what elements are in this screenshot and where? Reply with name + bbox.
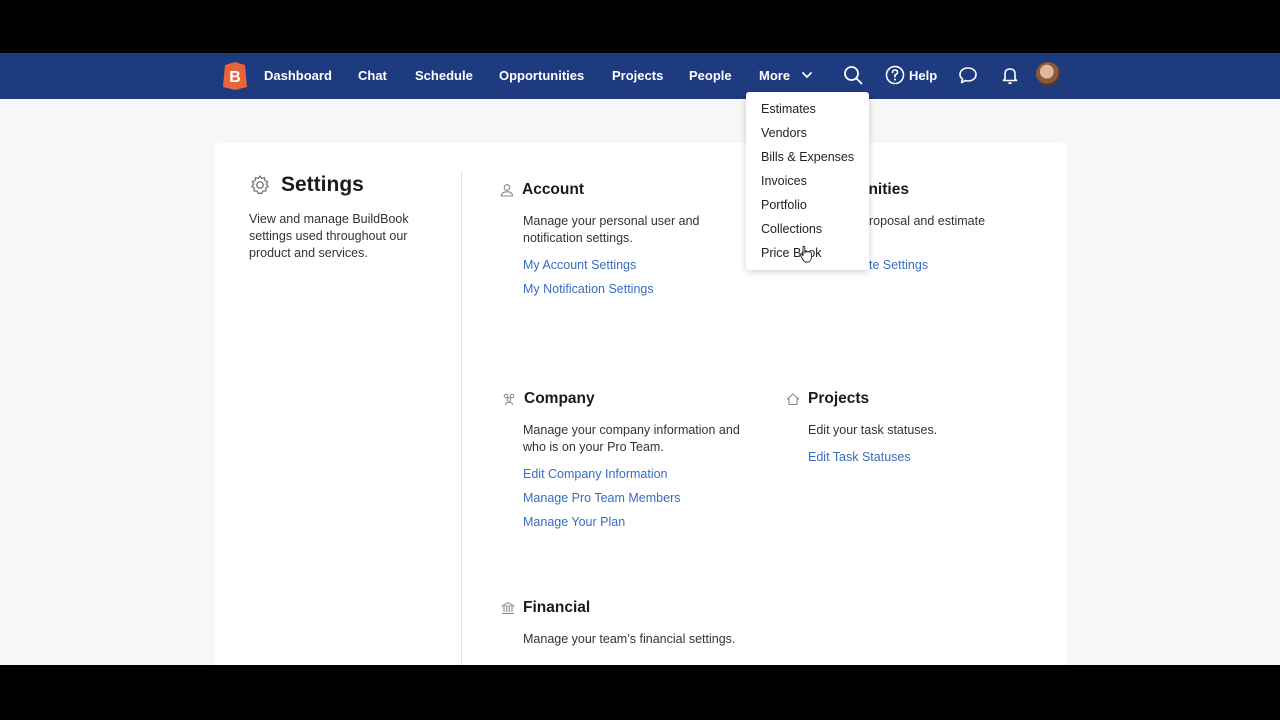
search-icon[interactable] — [842, 64, 864, 86]
svg-text:B: B — [229, 69, 241, 86]
nav-schedule[interactable]: Schedule — [415, 68, 473, 83]
my-account-settings-link[interactable]: My Account Settings — [523, 258, 636, 272]
nav-more[interactable]: More — [759, 68, 813, 83]
company-header: Company — [502, 390, 595, 408]
account-title: Account — [522, 181, 584, 198]
edit-company-information-link[interactable]: Edit Company Information — [523, 467, 668, 481]
user-icon — [500, 184, 514, 197]
menu-item-invoices[interactable]: Invoices — [761, 174, 807, 188]
top-navbar: B Dashboard Chat Schedule Opportunities … — [0, 53, 1280, 99]
projects-description: Edit your task statuses. — [808, 423, 938, 437]
nav-projects[interactable]: Projects — [612, 68, 663, 83]
house-icon — [786, 393, 800, 406]
team-icon — [503, 393, 515, 406]
nav-help[interactable]: Help — [909, 68, 937, 83]
menu-item-portfolio[interactable]: Portfolio — [761, 198, 807, 212]
company-title: Company — [524, 390, 595, 407]
user-avatar[interactable] — [1036, 62, 1060, 86]
menu-item-bills-expenses[interactable]: Bills & Expenses — [761, 150, 854, 164]
financial-title: Financial — [523, 599, 591, 616]
chat-bubble-icon[interactable] — [957, 64, 979, 86]
chevron-down-icon — [801, 72, 812, 79]
settings-description: View and manage BuildBook settings used … — [249, 212, 409, 260]
nav-more-label: More — [759, 68, 791, 83]
page-title: Settings — [281, 173, 364, 196]
manage-pro-team-members-link[interactable]: Manage Pro Team Members — [523, 491, 680, 505]
letterbox-top — [0, 0, 1280, 53]
menu-item-vendors[interactable]: Vendors — [761, 126, 807, 140]
nav-dashboard[interactable]: Dashboard — [264, 68, 332, 83]
projects-header: Projects — [786, 390, 869, 408]
bell-icon[interactable] — [999, 64, 1021, 86]
help-icon[interactable] — [884, 64, 906, 86]
opportunities-description: roposal and estimate — [869, 214, 986, 228]
menu-item-collections[interactable]: Collections — [761, 222, 822, 236]
edit-task-statuses-link[interactable]: Edit Task Statuses — [808, 450, 911, 464]
letterbox-bottom — [0, 665, 1280, 720]
settings-header: Settings — [249, 173, 364, 197]
projects-title: Projects — [808, 390, 870, 407]
manage-your-plan-link[interactable]: Manage Your Plan — [523, 515, 625, 529]
buildbook-logo[interactable]: B — [221, 61, 249, 91]
menu-item-estimates[interactable]: Estimates — [761, 102, 816, 116]
nav-opportunities[interactable]: Opportunities — [499, 68, 584, 83]
opportunities-settings-link[interactable]: te Settings — [869, 258, 928, 272]
financial-header: Financial — [501, 599, 590, 617]
hand-cursor-icon — [799, 245, 812, 263]
settings-card: Settings View and manage BuildBook setti… — [214, 143, 1067, 665]
bank-icon — [501, 602, 515, 615]
account-description: Manage your personal user and notificati… — [523, 214, 700, 245]
nav-chat[interactable]: Chat — [358, 68, 387, 83]
gear-icon — [251, 175, 269, 195]
nav-people[interactable]: People — [689, 68, 732, 83]
main-page: Settings View and manage BuildBook setti… — [0, 99, 1280, 665]
my-notification-settings-link[interactable]: My Notification Settings — [523, 282, 654, 296]
more-dropdown-menu: Estimates Vendors Bills & Expenses Invoi… — [746, 92, 869, 270]
account-header: Account — [500, 181, 584, 199]
financial-description: Manage your team’s financial settings. — [523, 632, 736, 646]
vertical-divider — [461, 171, 462, 665]
company-description: Manage your company information and who … — [523, 423, 740, 454]
